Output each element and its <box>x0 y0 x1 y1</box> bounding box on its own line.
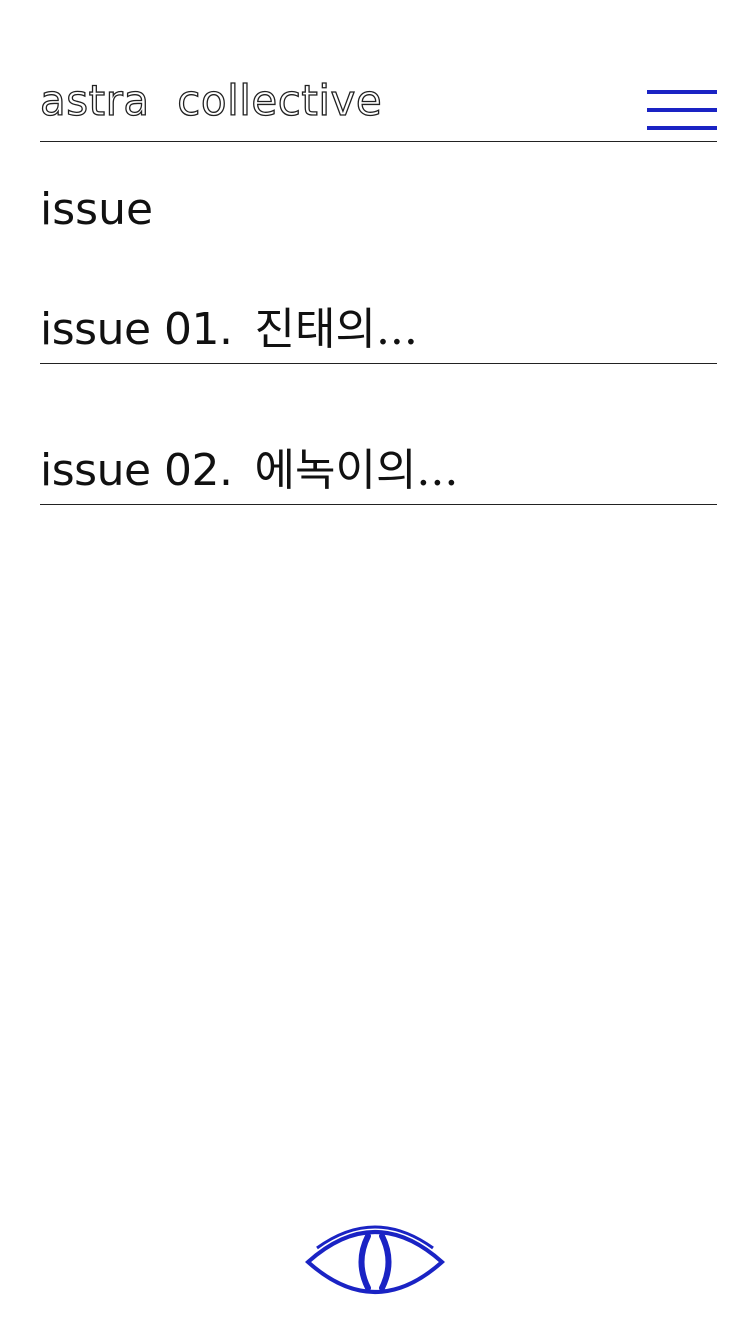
issue-title: 진태의... <box>254 304 418 355</box>
issue-number: issue 02. <box>40 445 233 496</box>
site-logo-link[interactable]: astra collective <box>39 75 382 126</box>
issue-number: issue 01. <box>40 304 233 355</box>
issue-item-02[interactable]: issue 02. 에녹이의... <box>40 441 717 505</box>
menu-button[interactable] <box>647 80 717 130</box>
issue-title: 에녹이의... <box>254 445 459 496</box>
issue-list: issue 01. 진태의... issue 02. 에녹이의... <box>40 300 717 582</box>
issue-item-01[interactable]: issue 01. 진태의... <box>40 300 717 364</box>
site-header: astra collective <box>39 70 717 142</box>
page-title: issue <box>40 184 154 235</box>
eye-icon <box>305 1225 445 1294</box>
footer-logo-button[interactable] <box>305 1220 445 1304</box>
